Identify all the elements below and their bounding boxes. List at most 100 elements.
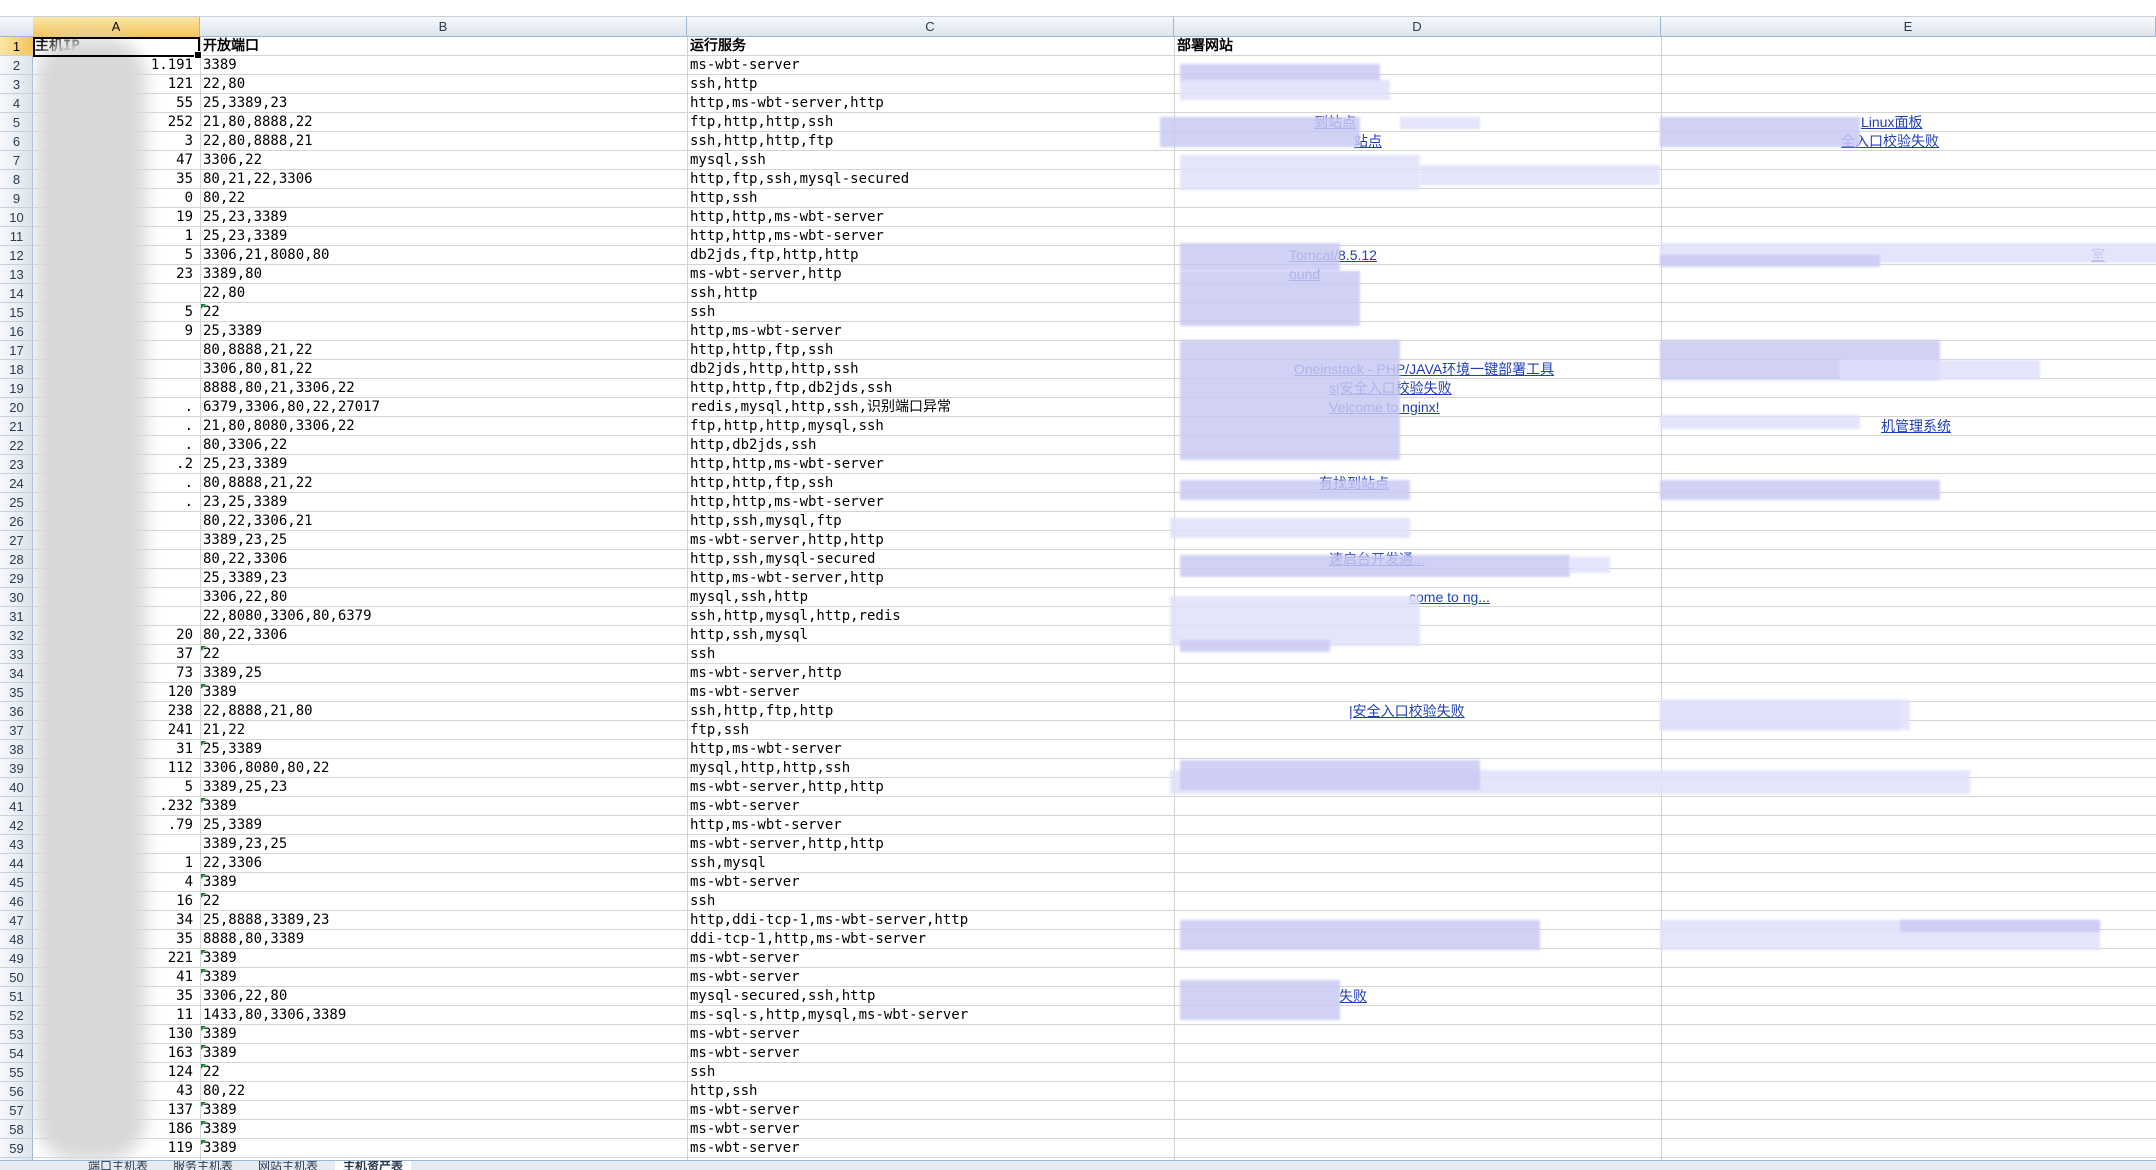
hyperlink-cell[interactable]: Linux面板 (1861, 113, 1922, 132)
row-header[interactable]: 55 (0, 1063, 33, 1082)
sheet-tab[interactable]: 网站主机表 (250, 1161, 326, 1170)
row-header[interactable]: 17 (0, 341, 33, 360)
cell-ports[interactable]: 25,3389,23 (200, 569, 686, 588)
row-header[interactable]: 36 (0, 702, 33, 721)
cell-services[interactable]: mysql,http,http,ssh (687, 759, 1173, 778)
row-header[interactable]: 21 (0, 417, 33, 436)
cell-ports[interactable]: 3306,8080,80,22 (200, 759, 686, 778)
cell-ports[interactable]: 25,3389 (200, 740, 686, 759)
row-header[interactable]: 30 (0, 588, 33, 607)
cell-ports[interactable]: 80,22,3306 (200, 550, 686, 569)
row-header[interactable]: 11 (0, 227, 33, 246)
cell-ports[interactable]: 3306,22 (200, 151, 686, 170)
row-header[interactable]: 42 (0, 816, 33, 835)
row-header[interactable]: 57 (0, 1101, 33, 1120)
row-header[interactable]: 45 (0, 873, 33, 892)
cell-ports[interactable]: 3389 (200, 968, 686, 987)
cell-ports[interactable]: 3389,25 (200, 664, 686, 683)
cell-services[interactable]: ms-wbt-server (687, 949, 1173, 968)
cell-ports[interactable]: 3306,22,80 (200, 588, 686, 607)
cell-ports[interactable]: 21,22 (200, 721, 686, 740)
cell-services[interactable]: ssh,http,mysql,http,redis (687, 607, 1173, 626)
cell-services[interactable]: ftp,http,http,ssh (687, 113, 1173, 132)
cell-services[interactable]: db2jds,ftp,http,http (687, 246, 1173, 265)
cell-services[interactable]: http,ms-wbt-server (687, 740, 1173, 759)
cell-services[interactable]: http,http,ms-wbt-server (687, 208, 1173, 227)
row-header[interactable]: 10 (0, 208, 33, 227)
row-header[interactable]: 29 (0, 569, 33, 588)
cell-services[interactable]: ssh,http,http,ftp (687, 132, 1173, 151)
cell-ports[interactable]: 25,3389 (200, 322, 686, 341)
cell-ports[interactable]: 25,23,3389 (200, 455, 686, 474)
cell-ports[interactable]: 3306,80,81,22 (200, 360, 686, 379)
cell-ports[interactable]: 80,8888,21,22 (200, 341, 686, 360)
cell-services[interactable]: ms-wbt-server,http (687, 664, 1173, 683)
row-header[interactable]: 28 (0, 550, 33, 569)
column-header-a[interactable]: A (33, 17, 200, 37)
cell-ports[interactable]: 80,22 (200, 1082, 686, 1101)
cell-services[interactable]: ms-wbt-server (687, 1101, 1173, 1120)
row-header[interactable]: 3 (0, 75, 33, 94)
cell-ports[interactable]: 22,80 (200, 284, 686, 303)
cell-ports[interactable]: 3389,25,23 (200, 778, 686, 797)
row-header[interactable]: 58 (0, 1120, 33, 1139)
row-header[interactable]: 14 (0, 284, 33, 303)
cell-services[interactable]: http,ssh (687, 1082, 1173, 1101)
row-header[interactable]: 54 (0, 1044, 33, 1063)
cell-services[interactable]: http,ssh (687, 189, 1173, 208)
cell-ports[interactable]: 22 (200, 1063, 686, 1082)
row-header[interactable]: 40 (0, 778, 33, 797)
cell-services[interactable]: ms-wbt-server (687, 1025, 1173, 1044)
column-header-c[interactable]: C (687, 17, 1174, 37)
row-header[interactable]: 12 (0, 246, 33, 265)
cell-services[interactable]: ssh (687, 645, 1173, 664)
cell-services[interactable]: ssh,mysql (687, 854, 1173, 873)
cell-services[interactable]: ssh,http,ftp,http (687, 702, 1173, 721)
row-header[interactable]: 8 (0, 170, 33, 189)
cell-ports[interactable]: 6379,3306,80,22,27017 (200, 398, 686, 417)
row-header[interactable]: 23 (0, 455, 33, 474)
row-header[interactable]: 18 (0, 360, 33, 379)
cell-services[interactable]: http,http,ftp,db2jds,ssh (687, 379, 1173, 398)
cell-ports[interactable]: 8888,80,3389 (200, 930, 686, 949)
sheet-tab[interactable]: 端口主机表 (80, 1161, 156, 1170)
row-header[interactable]: 50 (0, 968, 33, 987)
cell-services[interactable]: mysql,ssh (687, 151, 1173, 170)
cell-ports[interactable]: 80,22,3306,21 (200, 512, 686, 531)
row-header[interactable]: 43 (0, 835, 33, 854)
cell-ports[interactable]: 25,23,3389 (200, 208, 686, 227)
cell-ports[interactable]: 25,3389 (200, 816, 686, 835)
cell-services[interactable]: ms-wbt-server (687, 683, 1173, 702)
cell-ports[interactable]: 21,80,8888,22 (200, 113, 686, 132)
cell-grid[interactable]: 主机IP开放端口运行服务部署网站1.1913389ms-wbt-server12… (33, 37, 2156, 1170)
header-services[interactable]: 运行服务 (687, 37, 1173, 56)
cell-services[interactable]: http,http,ms-wbt-server (687, 493, 1173, 512)
cell-services[interactable]: ddi-tcp-1,http,ms-wbt-server (687, 930, 1173, 949)
cell-ports[interactable]: 3306,22,80 (200, 987, 686, 1006)
cell-ports[interactable]: 3389 (200, 1044, 686, 1063)
row-header[interactable]: 34 (0, 664, 33, 683)
cell-services[interactable]: mysql-secured,ssh,http (687, 987, 1173, 1006)
column-header-e[interactable]: E (1661, 17, 2156, 37)
header-open-ports[interactable]: 开放端口 (200, 37, 686, 56)
cell-ports[interactable]: 3389 (200, 873, 686, 892)
cell-services[interactable]: ssh,http (687, 75, 1173, 94)
cell-services[interactable]: ms-wbt-server,http (687, 265, 1173, 284)
cell-ports[interactable]: 25,23,3389 (200, 227, 686, 246)
hyperlink-cell[interactable]: 失败 (1339, 987, 1367, 1006)
cell-services[interactable]: ssh (687, 892, 1173, 911)
sheet-tab[interactable]: 主机资产表 (335, 1161, 412, 1170)
row-header[interactable]: 4 (0, 94, 33, 113)
row-header[interactable]: 52 (0, 1006, 33, 1025)
cell-services[interactable]: ms-wbt-server (687, 873, 1173, 892)
cell-ports[interactable]: 3389,23,25 (200, 835, 686, 854)
cell-services[interactable]: ms-wbt-server (687, 1139, 1173, 1158)
cell-ports[interactable]: 3389 (200, 56, 686, 75)
hyperlink-cell[interactable]: |安全入口校验失败 (1349, 702, 1465, 721)
cell-ports[interactable]: 3389 (200, 1120, 686, 1139)
cell-ports[interactable]: 22,80,8888,21 (200, 132, 686, 151)
header-sites[interactable]: 部署网站 (1174, 37, 1660, 56)
cell-ports[interactable]: 22 (200, 645, 686, 664)
row-header[interactable]: 33 (0, 645, 33, 664)
row-header[interactable]: 2 (0, 56, 33, 75)
